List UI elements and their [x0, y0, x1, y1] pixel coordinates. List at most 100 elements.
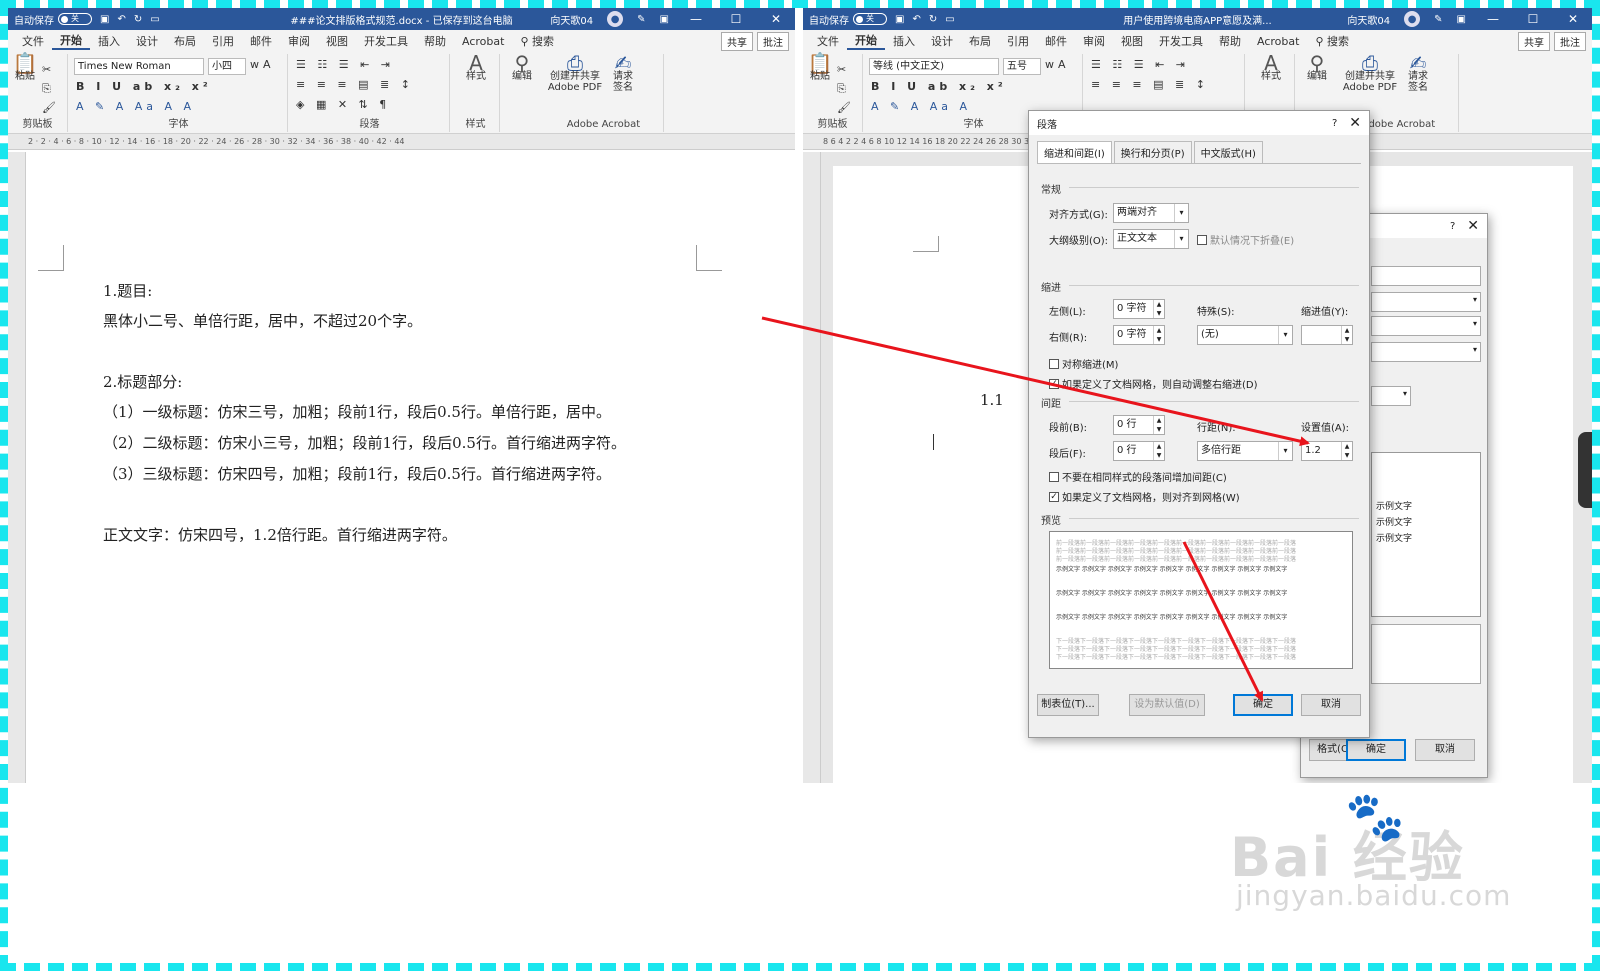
line-spacing-select[interactable]: 多倍行距 ▾: [1197, 441, 1293, 461]
format-icons[interactable]: B I U ab x₂ x²: [76, 80, 212, 93]
tab-review[interactable]: 审阅: [1075, 33, 1113, 49]
tab-indent-spacing[interactable]: 缩进和间距(I): [1037, 141, 1112, 163]
tab-references[interactable]: 引用: [204, 33, 242, 49]
edit-button[interactable]: ⚲ 编辑: [1299, 53, 1335, 82]
clipboard-small-icons[interactable]: ✂ ⎘ 🖌: [42, 60, 62, 117]
tab-file[interactable]: 文件: [14, 33, 52, 49]
spin-arrows-icon[interactable]: ▲ ▼: [1153, 300, 1164, 318]
auto-adjust-checkbox[interactable]: ✓ 如果定义了文档网格，则自动调整右缩进(D): [1049, 376, 1258, 391]
share-button[interactable]: 共享: [721, 31, 753, 51]
help-icon[interactable]: ?: [1450, 221, 1455, 232]
tab-developer[interactable]: 开发工具: [356, 33, 416, 49]
right-indent-spinner[interactable]: 0 字符 ▲ ▼: [1113, 325, 1165, 345]
align-icons[interactable]: ≡ ≡ ≡ ▤ ≣ ↕: [1091, 78, 1209, 91]
close-icon[interactable]: ✕: [1349, 115, 1361, 131]
tab-help[interactable]: 帮助: [416, 33, 454, 49]
paste-button[interactable]: 📋 粘贴: [12, 53, 38, 82]
indent-value-spinner[interactable]: ▲ ▼: [1301, 325, 1353, 345]
redo-icon[interactable]: ↻: [929, 14, 937, 25]
avatar[interactable]: ●: [607, 11, 624, 27]
tabs-button[interactable]: 制表位(T)...: [1037, 694, 1099, 716]
clipboard-small-icons[interactable]: ✂ ⎘ 🖌: [837, 60, 857, 117]
text-effects-icons[interactable]: A ✎ A Aa A A: [76, 100, 195, 113]
font-name-combo[interactable]: 等线 (中文正文): [869, 58, 999, 75]
horizontal-ruler[interactable]: 2 · 2 · 4 · 6 · 8 · 10 · 12 · 14 · 16 · …: [8, 134, 795, 150]
format-icons[interactable]: B I U ab x₂ x²: [871, 80, 1007, 93]
tab-design[interactable]: 设计: [128, 33, 166, 49]
font-size-combo[interactable]: 五号: [1003, 58, 1041, 75]
redo-icon[interactable]: ↻: [134, 14, 142, 25]
spin-arrows-icon[interactable]: ▲ ▼: [1341, 326, 1352, 344]
back-ok-button[interactable]: 确定: [1346, 739, 1406, 761]
spin-arrows-icon[interactable]: ▲ ▼: [1153, 442, 1164, 460]
close-icon[interactable]: ✕: [763, 12, 789, 26]
tab-design[interactable]: 设计: [923, 33, 961, 49]
back-field-1[interactable]: [1371, 266, 1481, 286]
share-button[interactable]: 共享: [1518, 31, 1550, 51]
minimize-icon[interactable]: —: [1480, 12, 1506, 26]
font-extra-icons[interactable]: wA: [250, 58, 275, 71]
tab-insert[interactable]: 插入: [885, 33, 923, 49]
alignment-select[interactable]: 两端对齐 ▾: [1113, 203, 1189, 223]
no-space-checkbox[interactable]: 不要在相同样式的段落间增加间距(C): [1049, 469, 1227, 484]
after-spinner[interactable]: 0 行 ▲ ▼: [1113, 441, 1165, 461]
tab-insert[interactable]: 插入: [90, 33, 128, 49]
styles-button[interactable]: A 样式: [456, 53, 496, 82]
autosave[interactable]: 自动保存关: [809, 12, 887, 27]
close-icon[interactable]: ✕: [1560, 12, 1586, 26]
set-default-button[interactable]: 设为默认值(D): [1129, 694, 1205, 716]
minimize-icon[interactable]: —: [683, 12, 709, 26]
search-box[interactable]: ⚲ 搜索: [1307, 33, 1357, 49]
undo-icon[interactable]: ↶: [912, 14, 920, 25]
outline-level-select[interactable]: 正文文本 ▾: [1113, 229, 1189, 249]
tab-help[interactable]: 帮助: [1211, 33, 1249, 49]
create-pdf-button[interactable]: ⎙ 创建并共享 Adobe PDF: [544, 53, 606, 93]
maximize-icon[interactable]: ☐: [1520, 12, 1546, 26]
comment-button[interactable]: 批注: [1554, 31, 1586, 51]
spin-arrows-icon[interactable]: ▲ ▼: [1341, 442, 1352, 460]
list-icons[interactable]: ☰ ☷ ☰ ⇤ ⇥: [296, 58, 394, 71]
collapse-checkbox[interactable]: 默认情况下折叠(E): [1197, 232, 1294, 247]
tab-review[interactable]: 审阅: [280, 33, 318, 49]
tab-acrobat[interactable]: Acrobat: [1249, 35, 1307, 48]
avatar[interactable]: ●: [1404, 11, 1421, 27]
tab-layout[interactable]: 布局: [166, 33, 204, 49]
help-icon[interactable]: ?: [1332, 118, 1337, 129]
special-select[interactable]: (无) ▾: [1197, 325, 1293, 345]
back-select-4[interactable]: ▾: [1371, 386, 1411, 406]
request-sign-button[interactable]: ✍ 请求 签名: [1403, 53, 1433, 93]
pen-icon[interactable]: ✎: [637, 14, 645, 25]
autosave-toggle[interactable]: 关: [58, 13, 92, 25]
tab-home[interactable]: 开始: [52, 32, 90, 50]
shading-icons[interactable]: ◈ ▦ ✕ ⇅ ¶: [296, 98, 390, 111]
create-pdf-button[interactable]: ⎙ 创建并共享 Adobe PDF: [1339, 53, 1401, 93]
save-icon[interactable]: ▣: [100, 14, 109, 25]
tab-line-page-breaks[interactable]: 换行和分页(P): [1113, 141, 1192, 163]
search-box[interactable]: ⚲ 搜索: [512, 33, 562, 49]
list-icons[interactable]: ☰ ☷ ☰ ⇤ ⇥: [1091, 58, 1189, 71]
spin-arrows-icon[interactable]: ▲ ▼: [1153, 326, 1164, 344]
tab-file[interactable]: 文件: [809, 33, 847, 49]
ribbon-display-icon[interactable]: ▣: [660, 14, 669, 25]
paste-button[interactable]: 📋 粘贴: [807, 53, 833, 82]
tab-view[interactable]: 视图: [318, 33, 356, 49]
ribbon-display-icon[interactable]: ▣: [1457, 14, 1466, 25]
edit-button[interactable]: ⚲ 编辑: [504, 53, 540, 82]
snap-grid-checkbox[interactable]: ✓ 如果定义了文档网格，则对齐到网格(W): [1049, 489, 1240, 504]
styles-button[interactable]: A 样式: [1251, 53, 1291, 82]
undo-icon[interactable]: ↶: [117, 14, 125, 25]
font-extra-icons[interactable]: wA: [1045, 58, 1070, 71]
pen-icon[interactable]: ✎: [1434, 14, 1442, 25]
back-select-2[interactable]: ▾: [1371, 316, 1481, 336]
tab-references[interactable]: 引用: [999, 33, 1037, 49]
left-indent-spinner[interactable]: 0 字符 ▲ ▼: [1113, 299, 1165, 319]
present-icon[interactable]: ▭: [150, 14, 159, 25]
save-icon[interactable]: ▣: [895, 14, 904, 25]
set-value-spinner[interactable]: 1.2 ▲ ▼: [1301, 441, 1353, 461]
tab-asian-typography[interactable]: 中文版式(H): [1193, 141, 1263, 163]
maximize-icon[interactable]: ☐: [723, 12, 749, 26]
request-sign-button[interactable]: ✍ 请求 签名: [608, 53, 638, 93]
back-select-1[interactable]: ▾: [1371, 292, 1481, 312]
tab-acrobat[interactable]: Acrobat: [454, 35, 512, 48]
close-icon[interactable]: ✕: [1467, 218, 1479, 234]
